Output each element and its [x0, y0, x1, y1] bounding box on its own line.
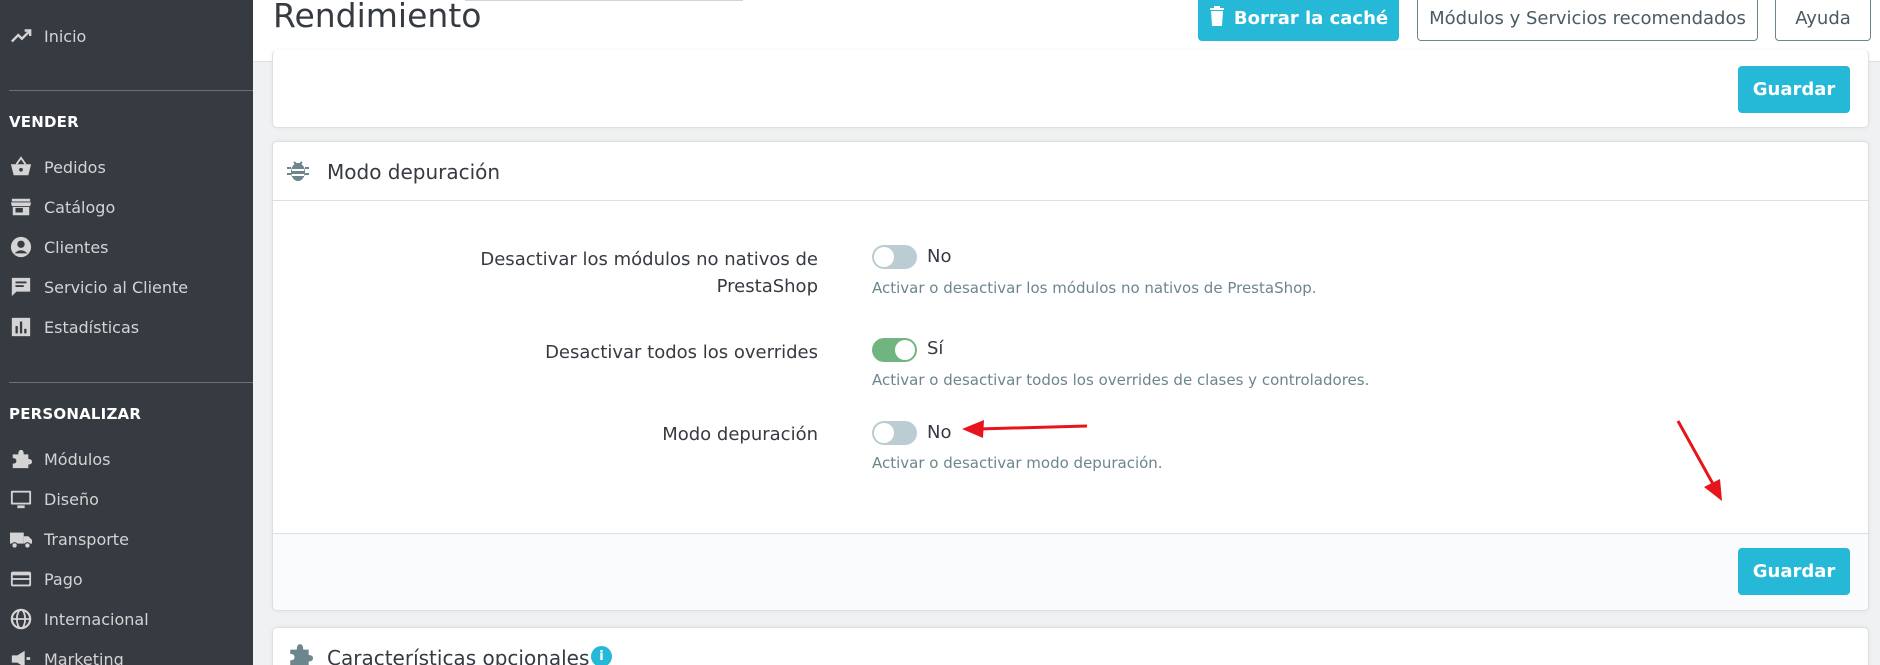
sidebar-item-inicio[interactable]: Inicio [0, 17, 253, 55]
clear-cache-label: Borrar la caché [1233, 8, 1389, 29]
sidebar-item-label: Transporte [44, 529, 129, 549]
store-icon [9, 195, 33, 219]
previous-panel-footer: Guardar [272, 50, 1869, 128]
page-title: Rendimiento [273, 0, 482, 35]
sidebar-item-internacional[interactable]: Internacional [0, 600, 253, 638]
sidebar-item-label: Diseño [44, 489, 99, 509]
panel-footer: Guardar [273, 533, 1868, 610]
sidebar-item-modulos[interactable]: Módulos [0, 440, 253, 478]
field-label-non-native-modules: Desactivar los módulos no nativos de Pre… [418, 246, 818, 300]
switch-knob [874, 423, 894, 443]
field-label-debug-mode: Modo depuración [662, 424, 818, 445]
overrides-switch[interactable] [872, 338, 917, 362]
switch-state-text: No [927, 422, 952, 443]
sidebar-divider [9, 382, 253, 383]
sidebar-item-label: Internacional [44, 609, 149, 629]
debug-mode-switch[interactable] [872, 421, 917, 445]
save-button[interactable]: Guardar [1738, 66, 1850, 113]
header-divider [465, 0, 743, 1]
desktop-icon [9, 487, 33, 511]
help-text: Activar o desactivar modo depuración. [872, 454, 1163, 472]
puzzle-icon [9, 447, 33, 471]
sidebar-item-label: Estadísticas [44, 317, 140, 337]
non-native-modules-switch[interactable] [872, 245, 917, 269]
puzzle-icon [287, 642, 313, 665]
sidebar-item-estadisticas[interactable]: Estadísticas [0, 308, 253, 346]
help-text: Activar o desactivar los módulos no nati… [872, 279, 1317, 297]
shopping-basket-icon [9, 155, 33, 179]
panel-header: Modo depuración [273, 142, 1868, 201]
sidebar-item-label: Marketing [44, 649, 124, 665]
sidebar-item-label: Pago [44, 569, 83, 589]
sidebar-item-pedidos[interactable]: Pedidos [0, 148, 253, 186]
clear-cache-button[interactable]: Borrar la caché [1198, 0, 1399, 41]
sidebar-item-label: Módulos [44, 449, 111, 469]
save-button[interactable]: Guardar [1738, 548, 1850, 595]
sidebar-item-marketing[interactable]: Marketing [0, 640, 253, 665]
truck-icon [9, 527, 33, 551]
label-line: Desactivar los módulos no nativos de [480, 249, 818, 270]
label-line: PrestaShop [716, 276, 818, 297]
sidebar-divider [9, 90, 253, 91]
field-label-overrides: Desactivar todos los overrides [545, 342, 818, 363]
switch-state-text: Sí [927, 338, 944, 359]
info-icon[interactable]: i [591, 646, 612, 665]
globe-icon [9, 607, 33, 631]
panel-title: Características opcionales [327, 646, 590, 665]
sidebar-section-personalizar: PERSONALIZAR [9, 405, 142, 423]
panel-title: Modo depuración [327, 160, 501, 184]
sidebar-item-label: Catálogo [44, 197, 116, 217]
sidebar-item-label: Pedidos [44, 157, 106, 177]
trash-icon [1209, 6, 1225, 31]
bug-icon [287, 158, 309, 186]
panel-header: Características opcionales i [273, 628, 1868, 665]
sidebar-item-pago[interactable]: Pago [0, 560, 253, 598]
switch-knob [895, 340, 915, 360]
sidebar-item-catalogo[interactable]: Catálogo [0, 188, 253, 226]
bar-chart-icon [9, 315, 33, 339]
sidebar-item-clientes[interactable]: Clientes [0, 228, 253, 266]
account-circle-icon [9, 235, 33, 259]
sidebar-item-diseno[interactable]: Diseño [0, 480, 253, 518]
switch-state-text: No [927, 246, 952, 267]
sidebar-item-transporte[interactable]: Transporte [0, 520, 253, 558]
sidebar-item-servicio-cliente[interactable]: Servicio al Cliente [0, 268, 253, 306]
optional-features-panel: Características opcionales i [272, 627, 1869, 665]
megaphone-icon [9, 647, 33, 665]
sidebar-item-label: Servicio al Cliente [44, 277, 189, 297]
sidebar: Inicio VENDER Pedidos Catálogo Clientes … [0, 0, 253, 665]
trending-up-icon [9, 24, 33, 48]
debug-mode-panel: Modo depuración Desactivar los módulos n… [272, 141, 1869, 611]
switch-knob [874, 247, 894, 267]
recommended-modules-button[interactable]: Módulos y Servicios recomendados [1417, 0, 1758, 41]
help-button[interactable]: Ayuda [1775, 0, 1871, 41]
sidebar-section-vender: VENDER [9, 113, 79, 131]
sidebar-item-label: Inicio [44, 26, 87, 46]
chat-icon [9, 275, 33, 299]
sidebar-item-label: Clientes [44, 237, 109, 257]
help-text: Activar o desactivar todos los overrides… [872, 371, 1370, 389]
credit-card-icon [9, 567, 33, 591]
